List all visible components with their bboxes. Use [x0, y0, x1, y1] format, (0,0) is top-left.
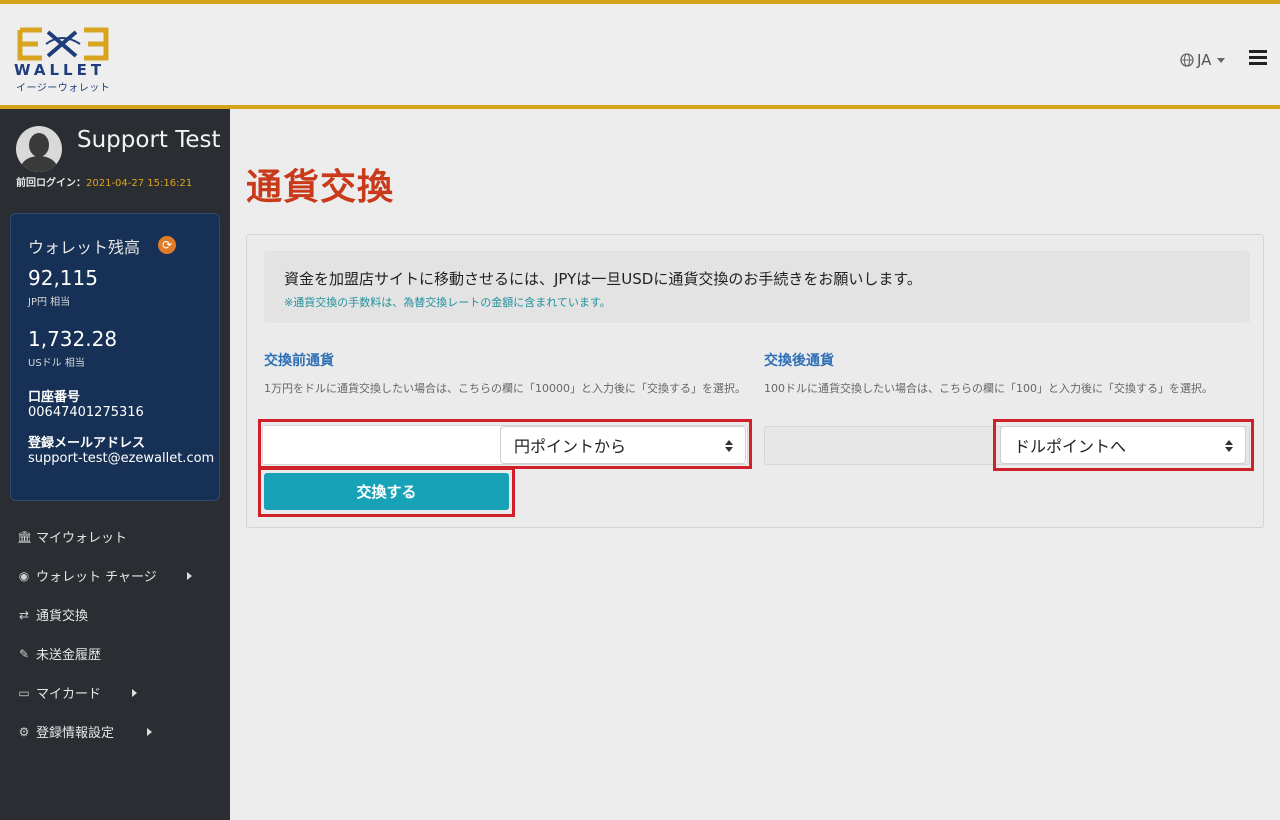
exchange-icon: ⇄	[18, 607, 30, 622]
notice-text: 資金を加盟店サイトに移動させるには、JPYは一旦USDに通貨交換のお手続きをお願…	[284, 270, 922, 288]
sidebar-item-label: ウォレット チャージ	[36, 570, 157, 585]
charge-icon: ◉	[18, 568, 30, 583]
wallet-balance-panel: ウォレット残高 ⟳ 92,115 JP円 相当 1,732.28 USドル 相当…	[10, 213, 220, 501]
refresh-icon[interactable]: ⟳	[158, 236, 176, 254]
sidebar-item-settings[interactable]: ⚙ 登録情報設定	[0, 712, 230, 751]
sidebar-item-label: 通貨交換	[36, 609, 89, 624]
notice-fee-text: ※通貨交換の手数料は、為替交換レートの金額に含まれています。	[284, 296, 611, 309]
sidebar-item-my-card[interactable]: ▭ マイカード	[0, 673, 230, 712]
notice-box: 資金を加盟店サイトに移動させるには、JPYは一旦USDに通貨交換のお手続きをお願…	[264, 251, 1250, 323]
to-currency-help: 100ドルに通貨交換したい場合は、こちらの欄に「100」と入力後に「交換する」を…	[764, 382, 1213, 395]
logo-mark	[17, 27, 109, 61]
chevron-right-icon	[147, 728, 152, 736]
last-login-label: 前回ログイン：	[16, 178, 86, 189]
sidebar: Support Test 前回ログイン：2021-04-27 15:16:21 …	[0, 109, 230, 820]
from-currency-select[interactable]: 円ポイントから	[500, 426, 746, 464]
sidebar-item-label: マイカード	[36, 687, 102, 702]
to-currency-title: 交換後通貨	[764, 353, 834, 369]
chevron-right-icon	[132, 689, 137, 697]
sidebar-nav: 🏛 マイウォレット ◉ ウォレット チャージ ⇄ 通貨交換 ✎ 未送金履歴 ▭ …	[0, 517, 230, 751]
sidebar-item-unsent-history[interactable]: ✎ 未送金履歴	[0, 634, 230, 673]
select-arrows-icon	[1225, 440, 1233, 452]
balance-title: ウォレット残高	[28, 238, 141, 257]
sidebar-item-label: 未送金履歴	[36, 648, 102, 663]
gear-icon: ⚙	[18, 724, 30, 739]
jpy-balance-label: JP円 相当	[28, 297, 71, 308]
user-name: Support Test	[77, 127, 221, 153]
sidebar-item-currency-exchange[interactable]: ⇄ 通貨交換	[0, 595, 230, 634]
hamburger-menu-icon[interactable]	[1249, 50, 1267, 66]
eze-wallet-logo[interactable]: WALLET イージーウォレット	[14, 24, 114, 96]
avatar[interactable]	[16, 126, 62, 172]
to-currency-select[interactable]: ドルポイントへ	[1000, 426, 1246, 464]
top-header: WALLET イージーウォレット JA	[0, 0, 1280, 109]
from-currency-title: 交換前通貨	[264, 353, 334, 369]
chevron-right-icon	[187, 572, 192, 580]
globe-icon	[1180, 53, 1194, 67]
email-label: 登録メールアドレス	[28, 436, 146, 451]
jpy-balance: 92,115	[28, 266, 98, 290]
last-login-time: 2021-04-27 15:16:21	[86, 178, 193, 189]
history-icon: ✎	[18, 646, 30, 661]
logo-wallet-text: WALLET	[14, 61, 106, 79]
sidebar-item-label: マイウォレット	[36, 531, 128, 546]
exchange-button[interactable]: 交換する	[264, 473, 509, 510]
from-currency-help: 1万円をドルに通貨交換したい場合は、こちらの欄に「10000」と入力後に「交換す…	[264, 382, 746, 395]
last-login: 前回ログイン：2021-04-27 15:16:21	[16, 174, 192, 189]
bank-icon: 🏛	[17, 529, 33, 544]
usd-balance: 1,732.28	[28, 327, 118, 351]
language-dropdown[interactable]: JA	[1180, 50, 1226, 70]
sidebar-item-label: 登録情報設定	[36, 726, 115, 741]
select-arrows-icon	[725, 440, 733, 452]
sidebar-item-wallet-charge[interactable]: ◉ ウォレット チャージ	[0, 556, 230, 595]
usd-balance-label: USドル 相当	[28, 358, 85, 369]
language-label: JA	[1197, 51, 1212, 69]
to-currency-select-value: ドルポイントへ	[1014, 437, 1127, 456]
caret-down-icon	[1217, 57, 1226, 63]
account-number: 00647401275316	[28, 405, 144, 420]
from-currency-select-value: 円ポイントから	[514, 437, 627, 456]
card-icon: ▭	[18, 685, 30, 700]
page-title: 通貨交換	[246, 167, 395, 208]
sidebar-item-my-wallet[interactable]: 🏛 マイウォレット	[0, 517, 230, 556]
logo-kana-text: イージーウォレット	[16, 83, 111, 94]
account-number-label: 口座番号	[28, 390, 81, 405]
email-value: support-test@ezewallet.com	[28, 451, 215, 466]
